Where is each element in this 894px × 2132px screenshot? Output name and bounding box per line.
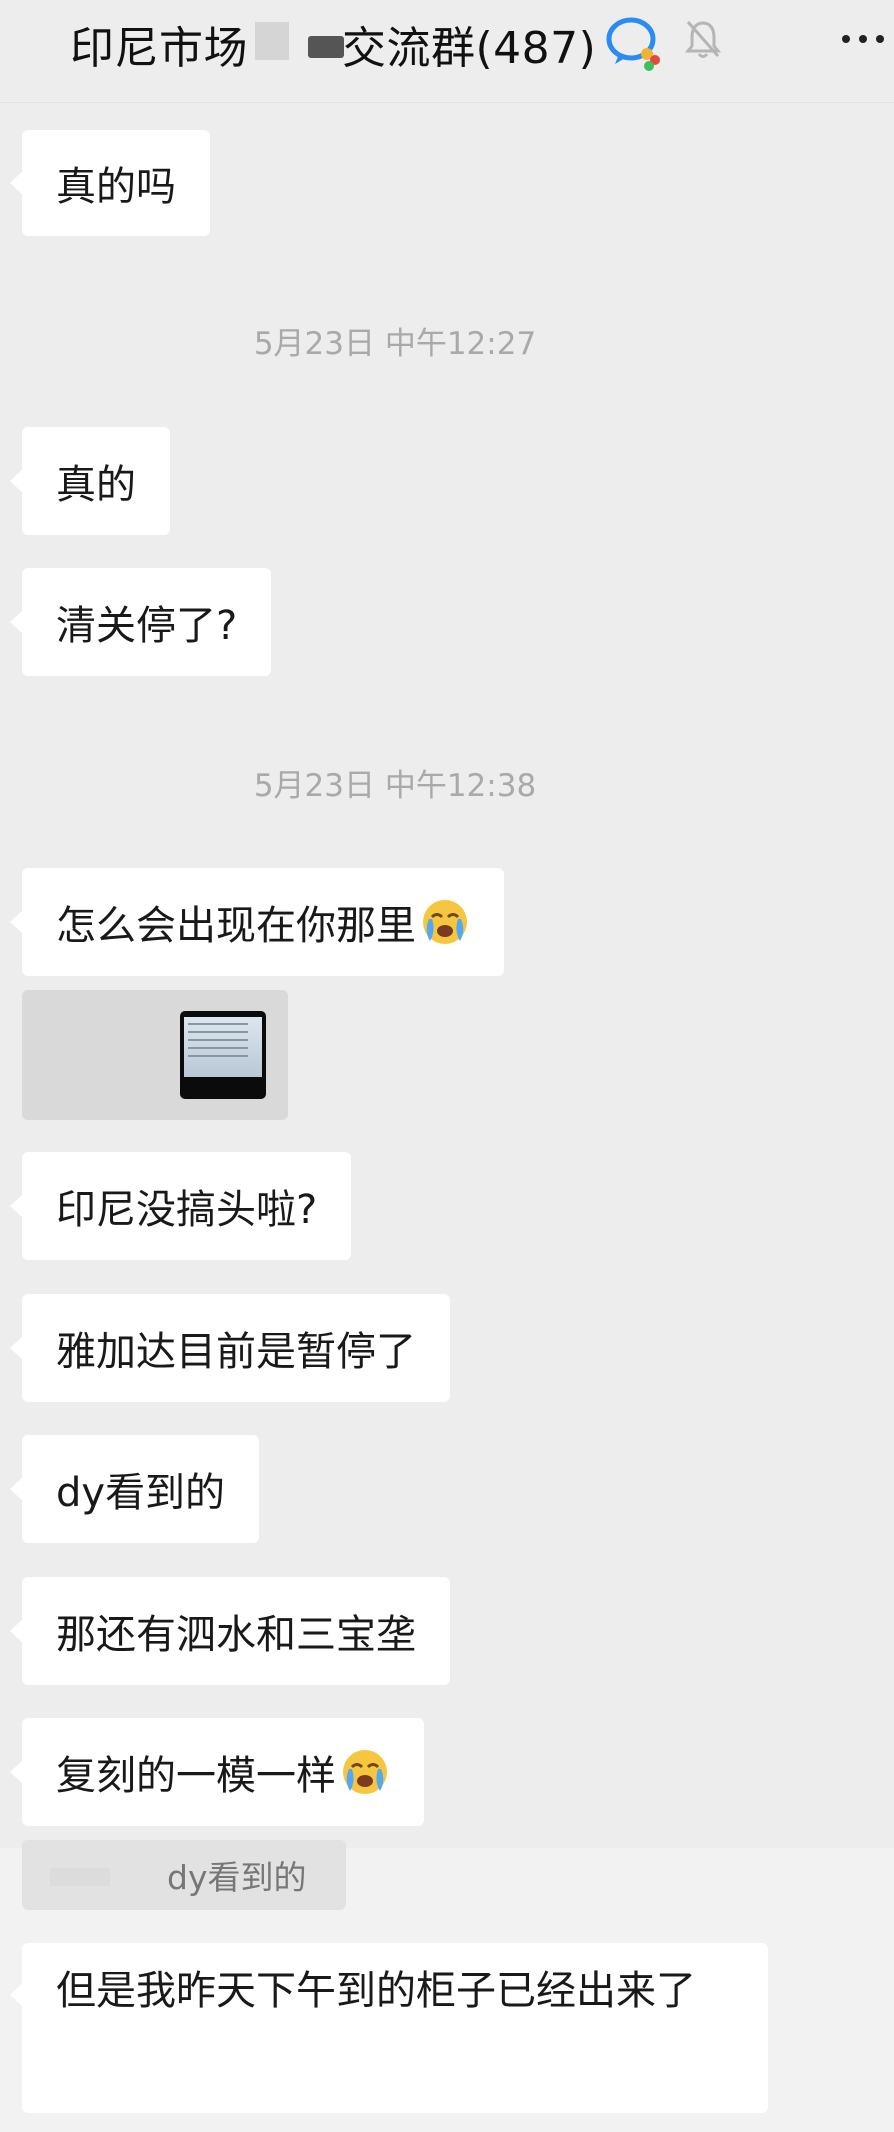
message-bubble[interactable]: 复刻的一模一样: [10, 1718, 424, 1826]
message-bubble[interactable]: dy看到的: [9, 1435, 260, 1543]
message-timestamp: 5月23日 中午12:27: [253, 326, 537, 362]
image-thumbnail[interactable]: [180, 1011, 266, 1099]
redacted-text: [50, 1868, 110, 1886]
message-bubble[interactable]: 雅加达目前是暂停了: [10, 1294, 450, 1402]
message-bubble[interactable]: 印尼没搞头啦?: [9, 1152, 352, 1260]
mute-bell-icon: [684, 21, 722, 58]
message-timestamp: 5月23日 中午12:38: [253, 768, 537, 804]
image-message[interactable]: [22, 990, 288, 1120]
message-text: 复刻的一模一样: [56, 1753, 336, 1799]
message-bubble[interactable]: 清关停了?: [9, 568, 272, 676]
group-app-icon: [606, 17, 660, 71]
crying-face-emoji-icon: [343, 1750, 387, 1794]
message-text: 怎么会出现在你那里: [56, 903, 416, 949]
crying-face-emoji-icon: [423, 900, 467, 944]
message-bubble[interactable]: 那还有泗水和三宝垄: [10, 1577, 450, 1685]
chat-title-prefix: 印尼市场: [70, 23, 248, 74]
more-options-icon[interactable]: [838, 30, 888, 48]
quoted-text: dy看到的: [167, 1858, 307, 1897]
quoted-reply[interactable]: dy看到的: [22, 1840, 346, 1910]
chat-header: 印尼市场 交流群(487): [0, 0, 894, 103]
chat-title-suffix: 交流群(487): [342, 23, 597, 74]
message-bubble[interactable]: 真的: [10, 427, 170, 535]
redacted-text: [255, 22, 289, 60]
redacted-text: [308, 36, 344, 58]
message-bubble[interactable]: 但是我昨天下午到的柜子已经出来了: [10, 1943, 768, 2113]
message-bubble[interactable]: 真的吗: [10, 130, 210, 236]
message-bubble[interactable]: 怎么会出现在你那里: [10, 868, 504, 976]
